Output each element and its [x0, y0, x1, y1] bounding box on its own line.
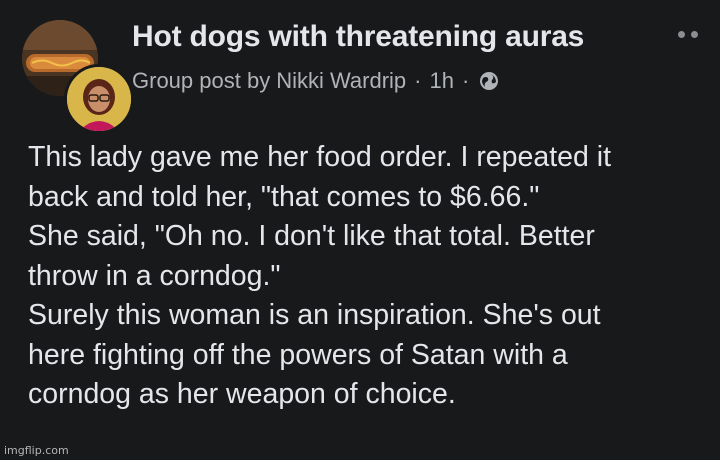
post-prefix: Group post by [132, 68, 271, 93]
more-dot [678, 30, 685, 38]
post-meta: Group post by Nikki Wardrip · 1h · [132, 68, 499, 94]
post-text-line: This lady gave me her food order. I repe… [28, 141, 611, 173]
avatar-stack [22, 20, 134, 134]
post-time-link[interactable]: 1h [430, 68, 454, 94]
facebook-group-post: Hot dogs with threatening auras Group po… [0, 0, 720, 460]
post-text-line: Surely this woman is an inspiration. She… [28, 299, 601, 331]
post-text-line: corndog as her weapon of choice. [28, 378, 456, 410]
post-text: This lady gave me her food order. I repe… [28, 138, 712, 415]
post-text-line: here fighting off the powers of Satan wi… [28, 338, 568, 371]
globe-icon[interactable] [479, 71, 499, 91]
post-text-line: She said, "Oh no. I don't like that tota… [28, 220, 595, 252]
group-name-link[interactable]: Hot dogs with threatening auras [132, 20, 584, 54]
author-name-link[interactable]: Nikki Wardrip [276, 68, 406, 94]
post-text-line: throw in a corndog." [28, 259, 281, 292]
author-avatar[interactable] [64, 64, 134, 134]
more-options-icon[interactable] [670, 26, 706, 42]
more-dot [691, 30, 698, 38]
post-text-line: back and told her, "that comes to $6.66.… [28, 180, 540, 213]
separator-dot: · [414, 68, 422, 93]
imgflip-watermark: imgflip.com [4, 444, 69, 457]
separator-dot: · [461, 68, 470, 93]
